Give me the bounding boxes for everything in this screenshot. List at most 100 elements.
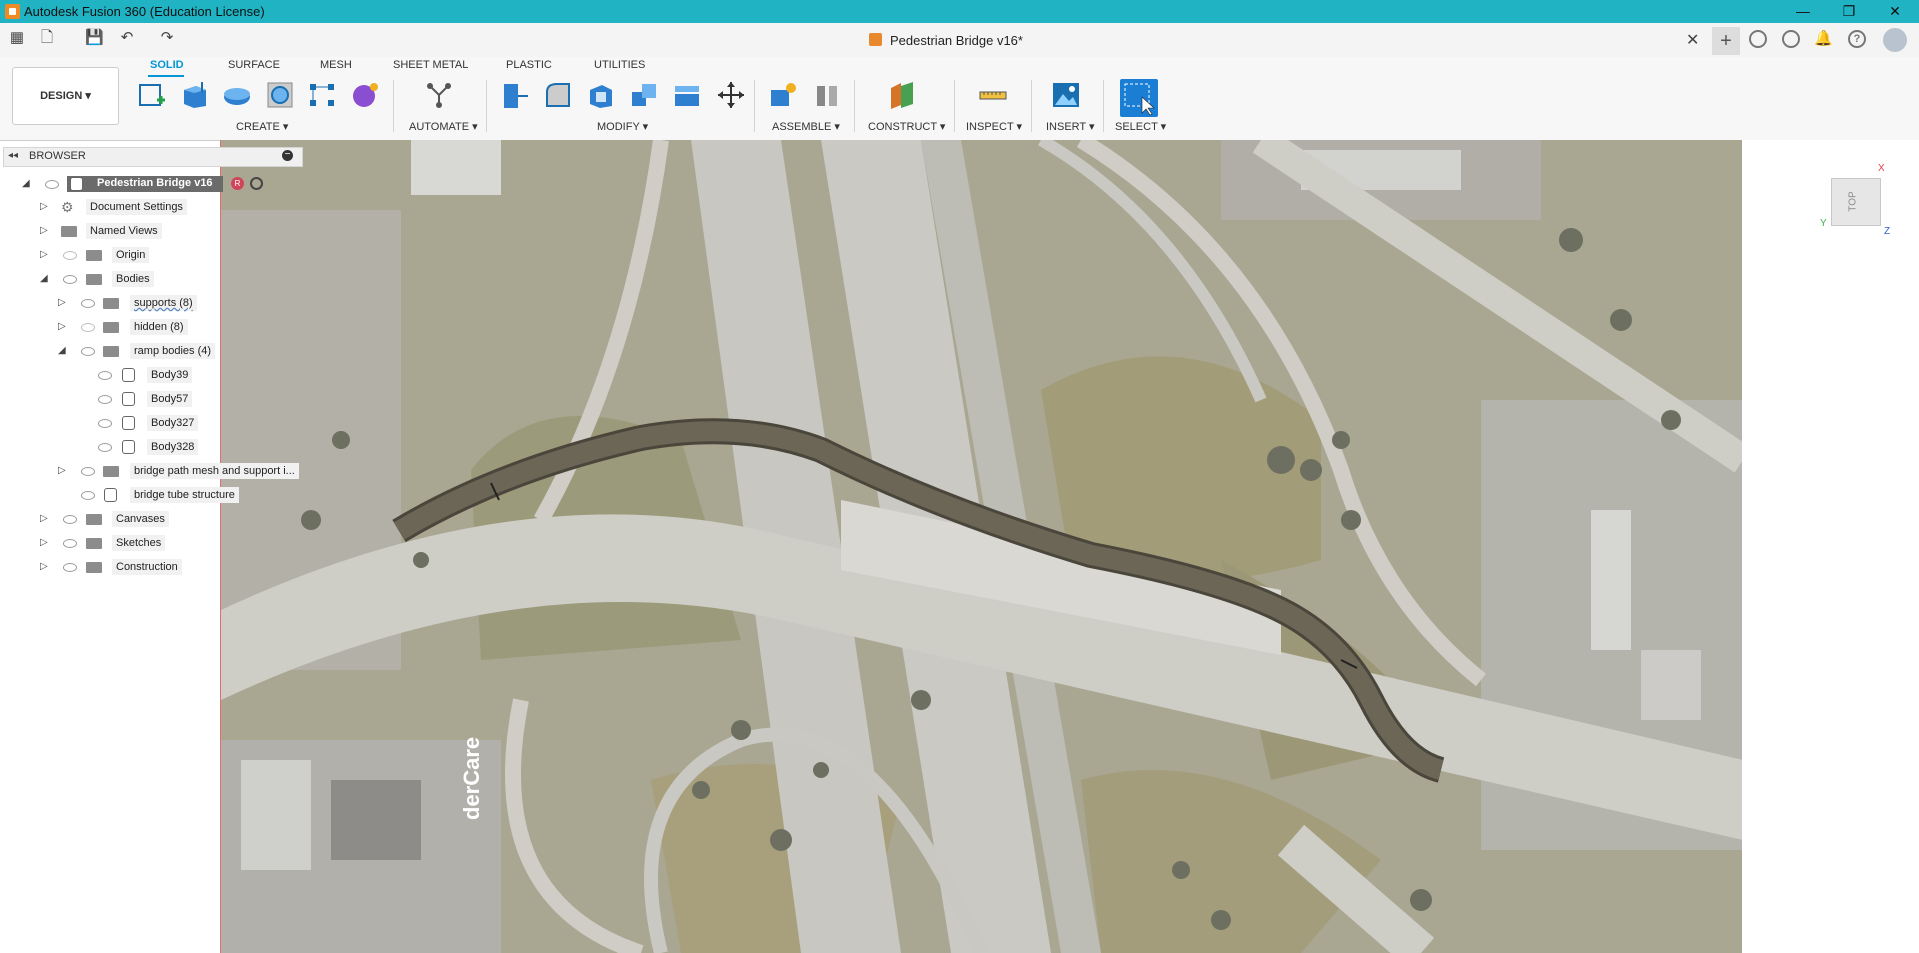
browser-item-bridge-path-mesh[interactable]: bridge path mesh and support i... xyxy=(130,463,299,479)
visibility-eye-icon[interactable] xyxy=(45,180,59,189)
offset-plane-icon[interactable] xyxy=(887,80,917,110)
tab-sheet-metal[interactable]: SHEET METAL xyxy=(393,59,468,71)
assemble-menu[interactable]: ASSEMBLE ▾ xyxy=(772,120,840,133)
browser-item-hidden[interactable]: hidden (8) xyxy=(130,319,188,335)
browser-item-named-views[interactable]: Named Views xyxy=(86,223,162,239)
viewcube-face-top[interactable]: TOP xyxy=(1848,191,1859,211)
visibility-eye-icon[interactable] xyxy=(81,347,95,356)
close-window-button[interactable]: ✕ xyxy=(1872,0,1918,23)
tab-mesh[interactable]: MESH xyxy=(320,59,352,71)
restore-button[interactable]: ❐ xyxy=(1826,0,1872,23)
visibility-eye-off-icon[interactable] xyxy=(63,251,77,260)
activate-component-icon[interactable] xyxy=(250,177,263,190)
browser-item-construction[interactable]: Construction xyxy=(112,559,182,575)
expand-arrow-icon[interactable]: ▷ xyxy=(58,465,66,476)
browser-item-document-settings[interactable]: Document Settings xyxy=(86,199,187,215)
expand-arrow-icon[interactable]: ▷ xyxy=(40,225,48,236)
browser-item-canvases[interactable]: Canvases xyxy=(112,511,169,527)
user-avatar[interactable] xyxy=(1883,28,1907,52)
joint-icon[interactable] xyxy=(812,80,842,110)
measure-icon[interactable] xyxy=(978,80,1008,110)
browser-item-supports[interactable]: supports (8) xyxy=(130,295,197,311)
collapse-arrow-icon[interactable]: ◢ xyxy=(40,273,48,284)
workspace-design-button[interactable]: DESIGN ▾ xyxy=(12,67,119,125)
browser-item-body327[interactable]: Body327 xyxy=(147,415,199,431)
visibility-eye-off-icon[interactable] xyxy=(81,323,95,332)
visibility-eye-icon[interactable] xyxy=(98,419,112,428)
offset-face-icon[interactable] xyxy=(672,80,702,110)
create-form-icon[interactable] xyxy=(350,80,380,110)
collapse-browser-icon[interactable]: ◂◂ xyxy=(8,150,18,161)
design-viewport[interactable]: derCare xyxy=(220,140,1744,953)
insert-menu[interactable]: INSERT ▾ xyxy=(1046,120,1095,133)
expand-arrow-icon[interactable]: ▷ xyxy=(40,201,48,212)
browser-item-body328[interactable]: Body328 xyxy=(147,439,199,455)
browser-pin-icon[interactable]: − xyxy=(282,150,293,161)
automate-icon[interactable] xyxy=(424,80,454,110)
redo-icon[interactable]: ↷ xyxy=(158,29,176,47)
visibility-eye-icon[interactable] xyxy=(81,299,95,308)
insert-canvas-icon[interactable] xyxy=(1051,80,1081,110)
visibility-eye-icon[interactable] xyxy=(63,539,77,548)
tab-surface[interactable]: SURFACE xyxy=(228,59,280,71)
revolve-icon[interactable] xyxy=(222,80,252,110)
browser-item-body39[interactable]: Body39 xyxy=(147,367,193,383)
create-sketch-icon[interactable] xyxy=(137,80,167,110)
visibility-eye-icon[interactable] xyxy=(63,275,77,284)
expand-arrow-icon[interactable]: ▷ xyxy=(40,537,48,548)
tab-utilities[interactable]: UTILITIES xyxy=(594,59,645,71)
extensions-icon[interactable] xyxy=(1749,30,1767,48)
browser-item-bodies[interactable]: Bodies xyxy=(112,271,154,287)
satellite-canvas xyxy=(221,140,1743,953)
shell-icon[interactable] xyxy=(586,80,616,110)
visibility-eye-icon[interactable] xyxy=(98,443,112,452)
visibility-eye-icon[interactable] xyxy=(98,395,112,404)
automate-menu[interactable]: AUTOMATE ▾ xyxy=(409,120,478,133)
app-grid-icon[interactable]: ▦ xyxy=(8,29,26,47)
close-tab-icon[interactable]: ✕ xyxy=(1686,30,1699,50)
visibility-eye-icon[interactable] xyxy=(63,515,77,524)
press-pull-icon[interactable] xyxy=(500,80,530,110)
new-tab-button[interactable]: + xyxy=(1712,27,1740,55)
tab-solid[interactable]: SOLID xyxy=(150,59,184,71)
pattern-icon[interactable] xyxy=(307,80,337,110)
undo-icon[interactable]: ↶ xyxy=(118,29,136,47)
select-menu[interactable]: SELECT ▾ xyxy=(1115,120,1166,133)
modify-menu[interactable]: MODIFY ▾ xyxy=(597,120,648,133)
file-menu-icon[interactable]: 🗋 xyxy=(38,29,56,47)
reference-badge-icon[interactable]: R xyxy=(231,177,244,190)
browser-item-sketches[interactable]: Sketches xyxy=(112,535,166,551)
expand-arrow-icon[interactable]: ◢ xyxy=(22,178,30,189)
browser-item-origin[interactable]: Origin xyxy=(112,247,150,263)
fillet-icon[interactable] xyxy=(543,80,573,110)
visibility-eye-icon[interactable] xyxy=(81,467,95,476)
minimize-button[interactable]: — xyxy=(1780,0,1826,23)
expand-arrow-icon[interactable]: ▷ xyxy=(40,249,48,260)
create-menu[interactable]: CREATE ▾ xyxy=(236,120,288,133)
expand-arrow-icon[interactable]: ▷ xyxy=(40,561,48,572)
visibility-eye-icon[interactable] xyxy=(63,563,77,572)
save-icon[interactable]: 💾 xyxy=(85,29,104,47)
construct-menu[interactable]: CONSTRUCT ▾ xyxy=(868,120,945,133)
select-tool-icon[interactable] xyxy=(1120,79,1158,117)
document-tab[interactable]: Pedestrian Bridge v16* xyxy=(890,33,1023,48)
help-icon[interactable]: ? xyxy=(1848,30,1866,48)
hole-icon[interactable] xyxy=(265,80,295,110)
expand-arrow-icon[interactable]: ▷ xyxy=(58,321,66,332)
new-component-icon[interactable] xyxy=(768,80,798,110)
extrude-icon[interactable] xyxy=(180,80,210,110)
visibility-eye-icon[interactable] xyxy=(81,491,95,500)
expand-arrow-icon[interactable]: ▷ xyxy=(58,297,66,308)
move-copy-icon[interactable] xyxy=(716,80,746,110)
visibility-eye-icon[interactable] xyxy=(98,371,112,380)
browser-item-bridge-tube-structure[interactable]: bridge tube structure xyxy=(130,487,239,503)
inspect-menu[interactable]: INSPECT ▾ xyxy=(966,120,1022,133)
collapse-arrow-icon[interactable]: ◢ xyxy=(58,345,66,356)
job-status-icon[interactable] xyxy=(1782,30,1800,48)
browser-item-body57[interactable]: Body57 xyxy=(147,391,193,407)
browser-item-ramp-bodies[interactable]: ramp bodies (4) xyxy=(130,343,216,359)
combine-icon[interactable] xyxy=(629,80,659,110)
tab-plastic[interactable]: PLASTIC xyxy=(506,59,552,71)
notifications-icon[interactable]: 🔔 xyxy=(1814,30,1833,48)
expand-arrow-icon[interactable]: ▷ xyxy=(40,513,48,524)
